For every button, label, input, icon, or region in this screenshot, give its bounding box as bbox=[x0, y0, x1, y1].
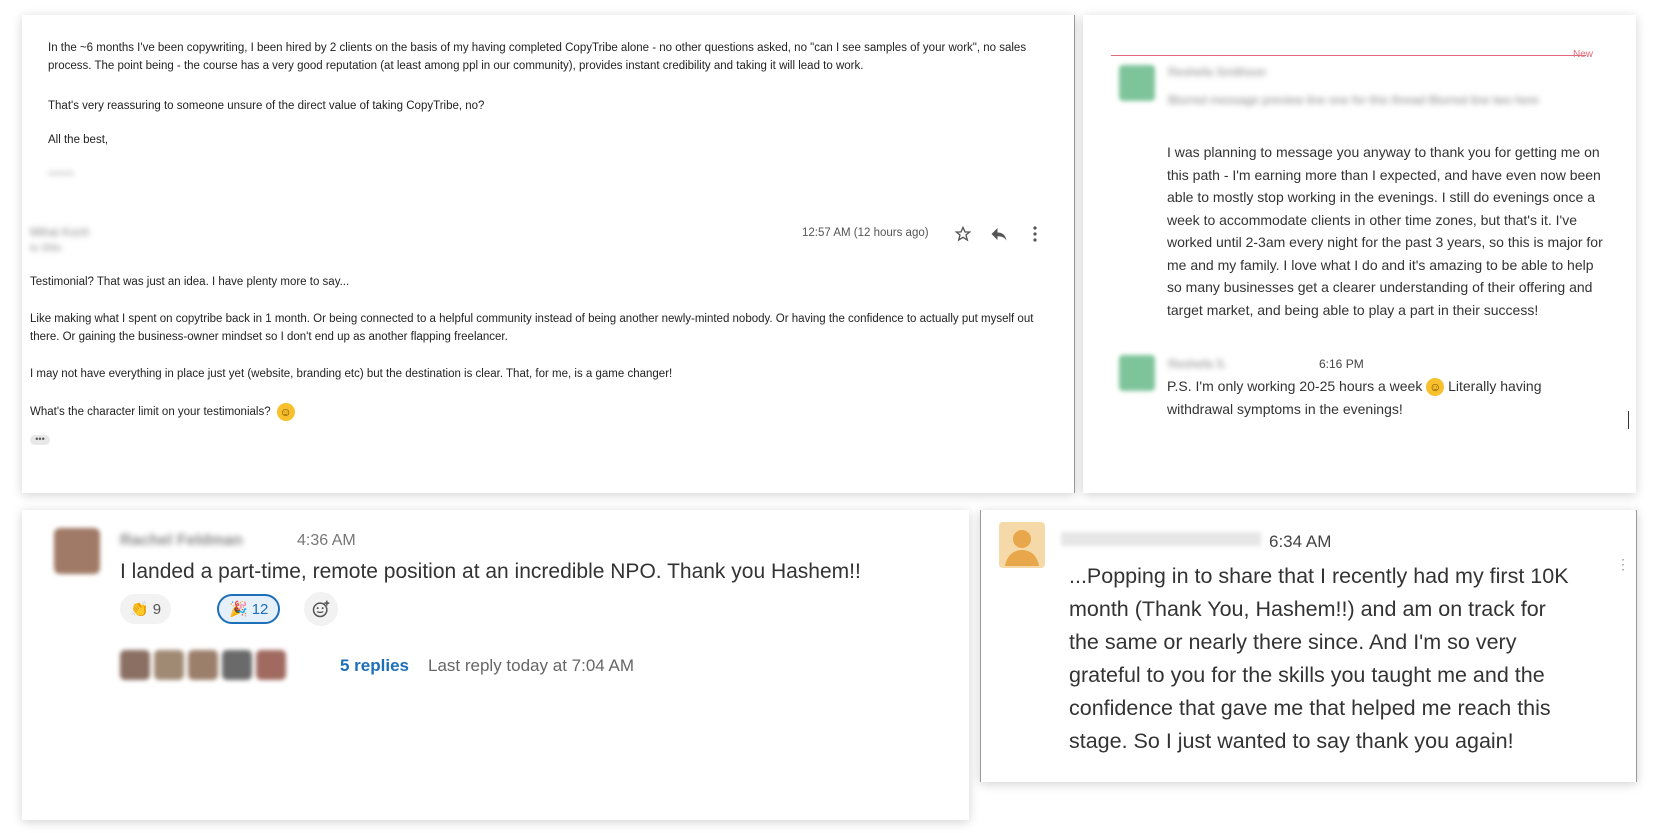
email-sender-name[interactable]: Mihai Koch bbox=[30, 225, 89, 239]
email-body-line: What's the character limit on your testi… bbox=[30, 406, 271, 418]
chat-testimonial-card-2: Rachel Feldman 4:36 AM I landed a part-t… bbox=[22, 510, 969, 820]
reaction-clap[interactable]: 👏 9 bbox=[120, 594, 172, 624]
clap-emoji-icon: 👏 bbox=[130, 601, 149, 618]
avatar[interactable] bbox=[1119, 355, 1155, 391]
message-text: I was planning to message you anyway to … bbox=[1167, 144, 1603, 318]
message-text: I landed a part-time, remote position at… bbox=[120, 560, 861, 583]
message-timestamp: 6:16 PM bbox=[1319, 357, 1364, 371]
author-name[interactable]: Reshefa S. bbox=[1168, 357, 1227, 371]
email-body-line: Testimonial? That was just an idea. I ha… bbox=[30, 276, 350, 288]
last-reply-time: Last reply today at 7:04 AM bbox=[428, 656, 635, 675]
avatar bbox=[256, 650, 286, 680]
avatar bbox=[120, 650, 150, 680]
message-timestamp: 6:34 AM bbox=[1269, 532, 1332, 551]
email-body-question: What's the character limit on your testi… bbox=[30, 403, 1050, 421]
star-icon[interactable] bbox=[952, 223, 974, 245]
smile-emoji-icon: ☺ bbox=[1426, 378, 1445, 397]
ps-message: P.S. I'm only working 20-25 hours a week… bbox=[1167, 375, 1597, 420]
avatar[interactable] bbox=[1119, 65, 1155, 101]
avatar bbox=[154, 650, 184, 680]
email-body-line: I may not have everything in place just … bbox=[30, 368, 673, 380]
avatar bbox=[222, 650, 252, 680]
reply-icon[interactable] bbox=[988, 223, 1010, 245]
email-recipient[interactable]: to Shlo bbox=[30, 243, 61, 254]
more-options-icon[interactable] bbox=[1024, 223, 1046, 245]
avatar bbox=[188, 650, 218, 680]
thread-replies-link[interactable]: 5 replies bbox=[340, 656, 409, 676]
email-testimonial-card: In the ~6 months I've been copywriting, … bbox=[22, 15, 1075, 493]
message-text: ...Popping in to share that I recently h… bbox=[1069, 564, 1569, 753]
add-reaction-button[interactable] bbox=[304, 592, 338, 626]
party-popper-icon: 🎉 bbox=[229, 601, 248, 618]
author-name-redacted[interactable] bbox=[1061, 532, 1261, 546]
email-body-line: Like making what I spent on copytribe ba… bbox=[30, 313, 1034, 343]
email-paragraph: In the ~6 months I've been copywriting, … bbox=[48, 42, 1027, 72]
smile-emoji-icon: ☺ bbox=[276, 403, 295, 421]
reaction-party[interactable]: 🎉 12 bbox=[217, 594, 281, 624]
text-cursor bbox=[1628, 411, 1629, 429]
new-label: New bbox=[1573, 49, 1594, 60]
more-actions-icon[interactable]: ⋮ bbox=[1616, 556, 1630, 573]
default-user-icon bbox=[1005, 530, 1039, 566]
chat-testimonial-card-1: New Reshefa Smithson Blurred message pre… bbox=[1083, 15, 1636, 493]
reaction-count: 12 bbox=[251, 600, 269, 618]
add-reaction-icon bbox=[312, 600, 330, 618]
avatar[interactable] bbox=[999, 522, 1045, 568]
show-trimmed-content-button[interactable]: ••• bbox=[30, 435, 50, 445]
avatar[interactable] bbox=[54, 528, 100, 574]
chat-testimonial-card-3: 6:34 AM ...Popping in to share that I re… bbox=[980, 510, 1637, 782]
author-name[interactable]: Reshefa Smithson bbox=[1168, 65, 1266, 79]
thread-participant-avatars bbox=[120, 650, 286, 680]
email-paragraph: All the best, bbox=[48, 134, 109, 146]
author-name[interactable]: Rachel Feldman bbox=[120, 532, 243, 550]
new-messages-divider bbox=[1111, 55, 1586, 56]
message-timestamp: 4:36 AM bbox=[297, 532, 356, 549]
ps-text-start: P.S. I'm only working 20-25 hours a week bbox=[1167, 378, 1423, 394]
reaction-count: 9 bbox=[152, 600, 162, 618]
blurred-message: Blurred message preview line one for thi… bbox=[1168, 93, 1539, 107]
email-paragraph: That's very reassuring to someone unsure… bbox=[48, 100, 485, 112]
email-signature: ~~~~ bbox=[48, 168, 74, 180]
email-timestamp: 12:57 AM (12 hours ago) bbox=[802, 227, 929, 239]
